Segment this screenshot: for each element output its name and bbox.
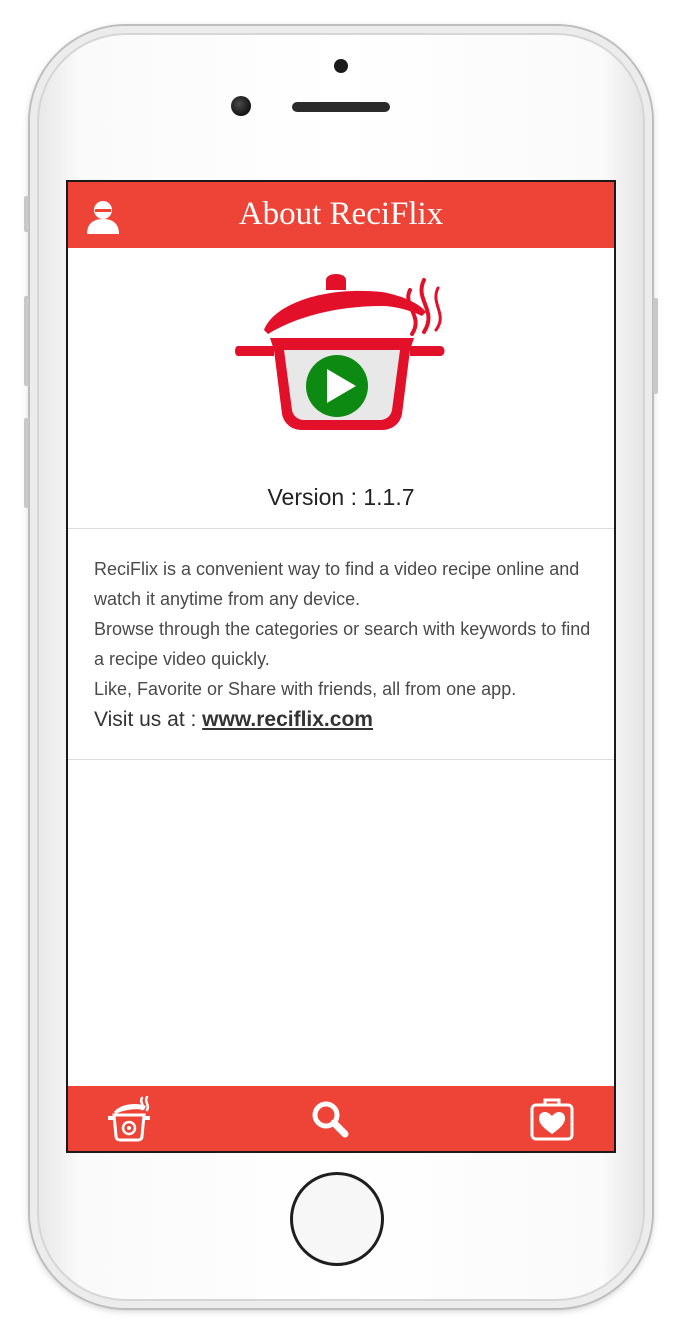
about-description: ReciFlix is a convenient way to find a v… <box>94 554 594 736</box>
website-link[interactable]: www.reciflix.com <box>202 708 373 731</box>
earpiece-speaker <box>292 102 390 112</box>
visit-label: Visit us at : <box>94 708 203 731</box>
front-camera <box>231 96 251 116</box>
search-icon[interactable] <box>306 1096 354 1142</box>
bottom-tab-bar <box>68 1086 614 1151</box>
mute-switch <box>24 196 29 232</box>
heart-box-icon[interactable] <box>528 1096 576 1142</box>
page-title: About ReciFlix <box>238 196 444 232</box>
description-paragraph-2: Browse through the categories or search … <box>94 619 591 669</box>
description-paragraph-3: Like, Favorite or Share with friends, al… <box>94 679 517 699</box>
volume-down-button <box>24 418 29 508</box>
header-bar: About ReciFlix <box>68 182 614 248</box>
pot-icon[interactable] <box>106 1096 154 1142</box>
home-button[interactable] <box>290 1172 384 1266</box>
divider-bottom <box>68 759 614 760</box>
app-screen: About ReciFlix Version : 1.1.7 ReciFlix … <box>66 180 616 1153</box>
cooking-pot-play-icon <box>235 274 445 430</box>
version-label: Version : 1.1.7 <box>267 484 415 510</box>
description-paragraph-1: ReciFlix is a convenient way to find a v… <box>94 559 580 609</box>
visit-line: Visit us at : www.reciflix.com <box>94 704 594 736</box>
volume-up-button <box>24 296 29 386</box>
divider-top <box>68 528 614 529</box>
proximity-sensor <box>334 59 348 73</box>
power-button <box>653 298 658 394</box>
